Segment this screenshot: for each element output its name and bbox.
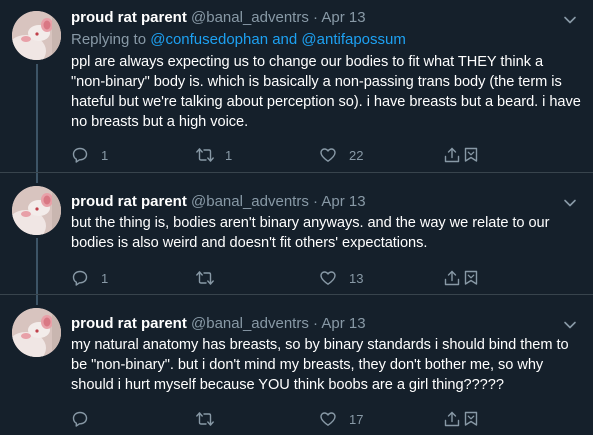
tweet-text: ppl are always expecting us to change ou… [71,54,581,130]
bookmark-icon [464,147,478,162]
rat-avatar-icon [12,308,61,357]
tweet-text: my natural anatomy has breasts, so by bi… [71,337,569,393]
tweet-actions: 1 1 22 [71,145,491,165]
retweet-button[interactable]: 1 [195,145,232,165]
heart-icon [320,148,336,162]
rat-avatar-icon [12,11,61,60]
comment-icon [72,147,88,163]
reply-count: 1 [101,147,109,163]
reply-button[interactable]: 1 [71,268,108,288]
thread-line [36,238,38,295]
separator: · [313,315,318,332]
heart-icon [320,412,336,426]
share-button[interactable] [443,268,461,288]
retweet-button[interactable] [195,268,225,288]
share-button[interactable] [443,409,461,429]
share-button[interactable] [443,145,461,165]
replying-to: Replying to @confusedophan and @antifapo… [71,30,406,50]
tweet[interactable]: proud rat parent @banal_adventrs · Apr 1… [0,0,593,172]
tweet-actions: 1 13 [71,268,491,288]
display-name[interactable]: proud rat parent [71,9,187,26]
retweet-count: 1 [225,147,233,163]
avatar[interactable] [12,186,61,235]
separator: · [313,9,318,26]
share-icon [444,147,460,163]
reply-button[interactable]: 1 [71,145,108,165]
tweet[interactable]: proud rat parent @banal_adventrs · Apr 1… [0,172,593,295]
tweet-header: proud rat parent @banal_adventrs · Apr 1… [71,314,366,334]
tweet[interactable]: proud rat parent @banal_adventrs · Apr 1… [0,294,593,435]
chevron-down-icon[interactable] [563,196,577,210]
timestamp[interactable]: Apr 13 [321,315,365,332]
like-button[interactable]: 22 [319,145,363,165]
replying-and[interactable]: and [272,31,297,48]
handle[interactable]: @banal_adventrs [191,193,309,210]
timestamp[interactable]: Apr 13 [321,9,365,26]
share-icon [444,411,460,427]
retweet-button[interactable] [195,409,225,429]
bookmark-icon [464,270,478,285]
share-icon [444,270,460,286]
chevron-down-icon[interactable] [563,318,577,332]
like-count: 13 [349,270,364,286]
rat-avatar-icon [12,186,61,235]
bookmark-button[interactable] [463,409,479,429]
thread-line [36,295,38,305]
tweet-header: proud rat parent @banal_adventrs · Apr 1… [71,192,366,212]
thread-timeline: proud rat parent @banal_adventrs · Apr 1… [0,0,593,434]
replying-prefix: Replying to [71,31,147,48]
tweet-text: but the thing is, bodies aren't binary a… [71,215,550,251]
timestamp[interactable]: Apr 13 [321,193,365,210]
handle[interactable]: @banal_adventrs [191,9,309,26]
display-name[interactable]: proud rat parent [71,193,187,210]
mention-link[interactable]: @antifapossum [301,31,405,48]
bookmark-button[interactable] [463,145,479,165]
bookmark-icon [464,411,478,426]
avatar[interactable] [12,11,61,60]
handle[interactable]: @banal_adventrs [191,315,309,332]
avatar[interactable] [12,308,61,357]
thread-line [36,173,38,183]
like-count: 17 [349,411,364,427]
retweet-icon [196,271,214,285]
separator: · [313,193,318,210]
mention-link[interactable]: @confusedophan [150,31,268,48]
like-button[interactable]: 17 [319,409,363,429]
comment-icon [72,411,88,427]
reply-button[interactable] [71,409,101,429]
like-count: 22 [349,147,364,163]
comment-icon [72,270,88,286]
retweet-icon [196,148,214,162]
chevron-down-icon[interactable] [563,13,577,27]
thread-line [36,64,38,172]
display-name[interactable]: proud rat parent [71,315,187,332]
heart-icon [320,271,336,285]
like-button[interactable]: 13 [319,268,363,288]
tweet-actions: 17 [71,409,491,429]
tweet-header: proud rat parent @banal_adventrs · Apr 1… [71,8,366,28]
retweet-icon [196,412,214,426]
reply-count: 1 [101,270,109,286]
bookmark-button[interactable] [463,268,479,288]
